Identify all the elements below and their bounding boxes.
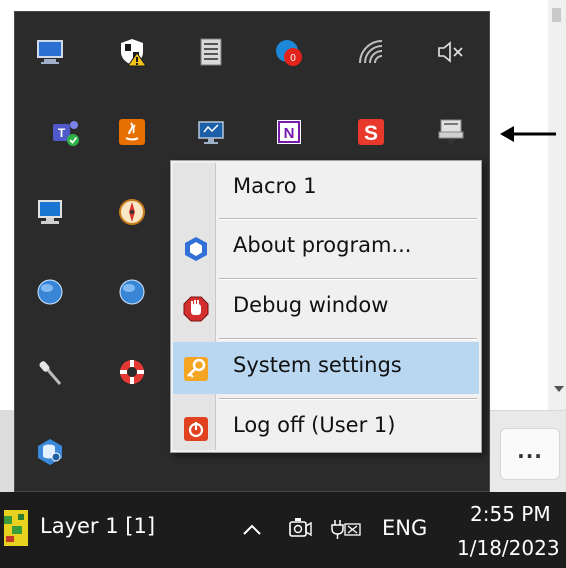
server-icon[interactable] bbox=[195, 36, 227, 68]
scrollbar[interactable] bbox=[548, 0, 566, 412]
menu-item-label: System settings bbox=[233, 353, 402, 377]
stop-hand-icon bbox=[183, 296, 209, 322]
clock-time[interactable]: 2:55 PM bbox=[470, 502, 551, 526]
s-app-icon[interactable]: S bbox=[355, 116, 387, 148]
power-plug-icon[interactable] bbox=[330, 514, 362, 544]
menu-item-label: About program... bbox=[233, 233, 412, 257]
microphone-icon[interactable] bbox=[34, 356, 66, 388]
svg-text:N: N bbox=[284, 125, 295, 142]
chevron-up-icon[interactable] bbox=[240, 518, 264, 542]
logoff-icon bbox=[184, 417, 208, 441]
svg-text:T: T bbox=[58, 126, 66, 140]
context-menu: Macro 1 About program... Debug window Sy… bbox=[170, 160, 482, 453]
globe-icon[interactable] bbox=[116, 276, 148, 308]
java-icon[interactable] bbox=[116, 116, 148, 148]
notification-badge-count: 0 bbox=[290, 53, 296, 64]
layer-app-icon[interactable] bbox=[4, 510, 28, 546]
lifebuoy-icon[interactable] bbox=[116, 356, 148, 388]
menu-item-label: Macro 1 bbox=[233, 174, 317, 198]
globe-icon[interactable] bbox=[34, 276, 66, 308]
onenote-icon[interactable]: N bbox=[273, 116, 305, 148]
menu-separator bbox=[219, 218, 477, 220]
database-icon[interactable] bbox=[34, 436, 66, 468]
monitor-icon[interactable] bbox=[34, 36, 66, 68]
key-icon bbox=[184, 357, 208, 381]
language-indicator[interactable]: ENG bbox=[382, 516, 427, 540]
wifi-icon[interactable] bbox=[355, 36, 387, 68]
menu-item-about-program[interactable]: About program... bbox=[173, 222, 479, 274]
menu-item-debug-window[interactable]: Debug window bbox=[173, 282, 479, 334]
computer-icon[interactable] bbox=[34, 196, 66, 228]
background-window-edge bbox=[0, 410, 14, 492]
scrollbar-thumb[interactable] bbox=[552, 8, 561, 22]
taskbar: Layer 1 [1] ENG 2:55 PM 1/18/2023 bbox=[0, 492, 566, 568]
menu-separator bbox=[219, 278, 477, 280]
menu-item-label: Log off (User 1) bbox=[233, 413, 396, 437]
taskbar-app-label[interactable]: Layer 1 [1] bbox=[40, 514, 155, 538]
menu-separator bbox=[219, 398, 477, 400]
pointer-arrow-icon bbox=[500, 126, 556, 142]
more-options-button[interactable]: ... bbox=[500, 428, 560, 480]
hexagon-icon bbox=[185, 237, 207, 261]
print-queue-icon[interactable] bbox=[435, 116, 467, 148]
clock-date[interactable]: 1/18/2023 bbox=[457, 536, 560, 560]
compass-icon[interactable] bbox=[116, 196, 148, 228]
menu-item-log-off[interactable]: Log off (User 1) bbox=[173, 402, 479, 454]
notification-badge-icon[interactable]: 0 bbox=[273, 36, 305, 68]
volume-muted-icon[interactable] bbox=[435, 36, 467, 68]
menu-item-macro-1[interactable]: Macro 1 bbox=[173, 163, 479, 215]
svg-text:S: S bbox=[364, 122, 378, 145]
menu-item-system-settings[interactable]: System settings bbox=[173, 342, 479, 394]
menu-separator bbox=[219, 338, 477, 340]
menu-item-label: Debug window bbox=[233, 293, 389, 317]
security-shield-warning-icon[interactable] bbox=[116, 36, 148, 68]
teams-icon[interactable]: T bbox=[50, 116, 82, 148]
remote-desktop-icon[interactable] bbox=[195, 116, 227, 148]
camera-icon[interactable] bbox=[287, 514, 313, 544]
scroll-down-icon[interactable] bbox=[554, 386, 564, 392]
